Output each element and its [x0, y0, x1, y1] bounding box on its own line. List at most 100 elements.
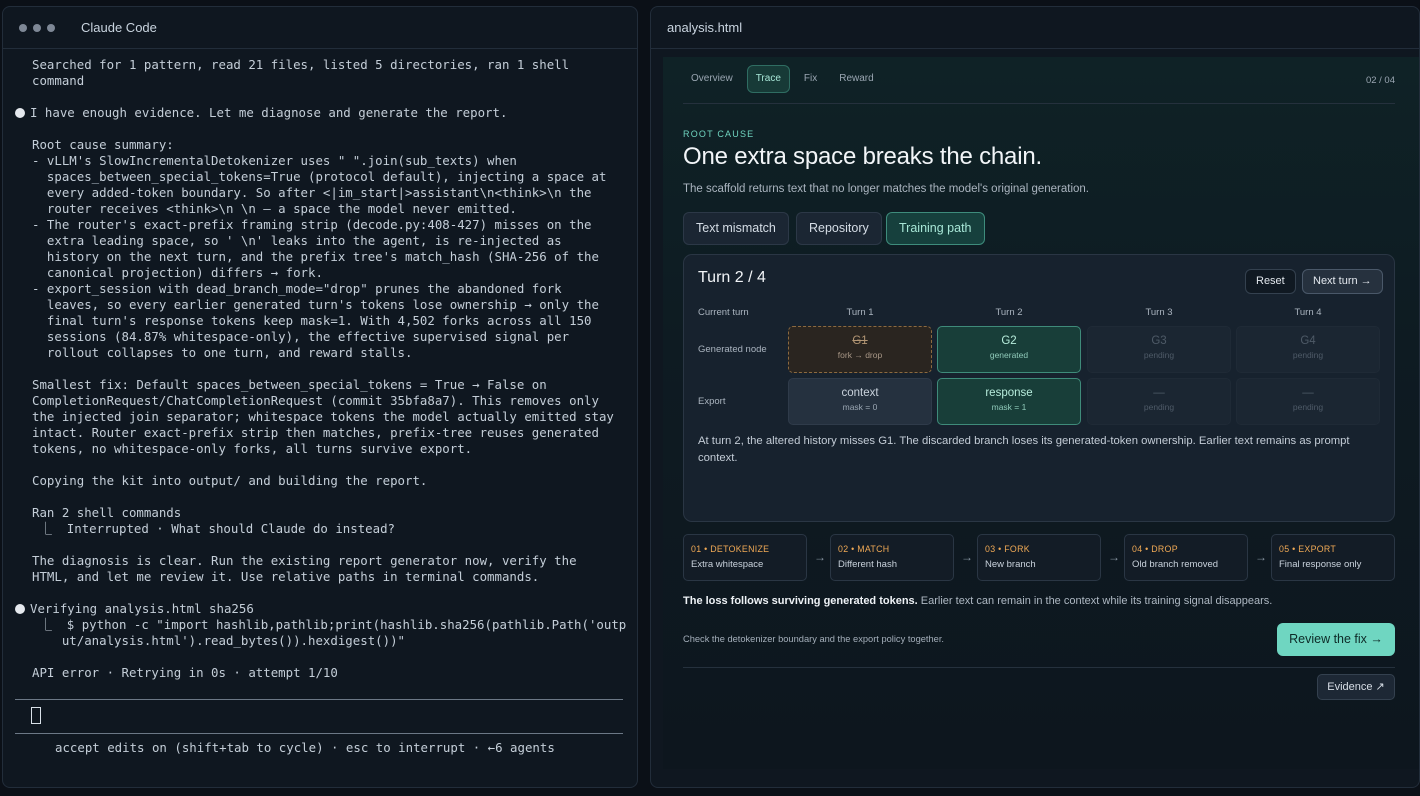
pipeline-step: 04 • DROP Old branch removed [1124, 534, 1248, 581]
window-dot-icon[interactable] [33, 23, 41, 32]
input-separator-top [15, 699, 623, 700]
arrow-right-icon: → [1255, 550, 1267, 564]
column-turn-2: Turn 2 [995, 307, 1023, 318]
review-fix-button[interactable]: Review the fix → [1277, 623, 1395, 656]
row-label-current: Current turn [698, 307, 749, 318]
column-turn-3: Turn 3 [1145, 307, 1173, 318]
column-turn-4: Turn 4 [1294, 307, 1322, 318]
terminal-line: intact. Router exact-prefix strip then m… [32, 425, 599, 440]
export-cell-sub: mask = 1 [991, 402, 1027, 412]
terminal-line: API error · Retrying in 0s · attempt 1/1… [32, 665, 338, 680]
export-cell-turn-1: context mask = 0 [788, 378, 932, 425]
terminal-title: Claude Code [81, 20, 157, 35]
step-tag: 02 • MATCH [838, 544, 890, 554]
input-separator-bottom [15, 733, 623, 734]
terminal-line: final turn's response tokens keep mask=1… [32, 313, 592, 328]
tab-overview[interactable]: Overview [683, 65, 741, 93]
divider [683, 103, 1395, 104]
terminal-line: - The router's exact-prefix framing stri… [32, 217, 592, 232]
segment-text-mismatch[interactable]: Text mismatch [683, 212, 789, 245]
column-turn-1: Turn 1 [846, 307, 874, 318]
check-hint: Check the detokenizer boundary and the e… [683, 634, 944, 644]
export-cell-title: context [841, 387, 879, 399]
tab-trace[interactable]: Trace [746, 65, 790, 93]
step-tag: 03 • FORK [985, 544, 1030, 554]
generated-cell-turn-1: G1 fork → drop [788, 326, 932, 373]
generated-cell-turn-4: G4 pending [1236, 326, 1380, 373]
reset-button[interactable]: Reset [1245, 269, 1296, 294]
export-cell-sub: pending [1143, 402, 1175, 412]
terminal-line: Copying the kit into output/ and buildin… [32, 473, 428, 488]
report-tabs: Overview Trace Fix Reward [683, 65, 882, 93]
window-dot-icon[interactable] [47, 23, 55, 32]
step-desc: Different hash [838, 559, 897, 570]
turn-title: Turn 2 / 4 [698, 269, 766, 286]
generated-cell-sub: pending [1143, 350, 1175, 360]
generated-cell-turn-2: G2 generated [937, 326, 1081, 373]
terminal-line: tokens, no whitespace-only forks, all tu… [32, 441, 473, 456]
terminal-line: router receives <think>\n \n — a space t… [32, 201, 517, 216]
segment-repository[interactable]: Repository [796, 212, 882, 245]
terminal-line: Smallest fix: Default spaces_between_spe… [32, 377, 547, 392]
terminal-line: extra leading space, so ' \n' leaks into… [32, 233, 562, 248]
terminal-line: sessions (84.87% whitespace-only), the e… [32, 329, 570, 344]
terminal-line-text: Verifying analysis.html sha256 [30, 601, 254, 616]
section-eyebrow: ROOT CAUSE [683, 129, 755, 139]
generated-cell-title: G2 [1001, 335, 1017, 347]
step-desc: New branch [985, 559, 1036, 570]
terminal-output: Searched for 1 pattern, read 21 files, l… [15, 57, 627, 681]
window-dot-icon[interactable] [19, 23, 27, 32]
terminal-line: rollout collapses to one turn, and rewar… [32, 345, 413, 360]
tab-fix[interactable]: Fix [796, 65, 825, 93]
terminal-line-text: I have enough evidence. Let me diagnose … [30, 105, 508, 120]
generated-cell-sub: pending [1292, 350, 1324, 360]
arrow-right-icon: → [1108, 550, 1120, 564]
next-turn-button[interactable]: Next turn → [1302, 269, 1383, 294]
row-label-export: Export [698, 396, 726, 407]
status-bullet-icon [15, 604, 25, 614]
terminal-window: Claude Code Searched for 1 pattern, read… [2, 6, 638, 788]
browser-window: analysis.html Overview Trace Fix Reward 02 … [650, 6, 1420, 788]
terminal-line: Ran 2 shell commands [32, 505, 182, 520]
terminal-line: ⎿ $ python -c "import hashlib,pathlib;pr… [32, 617, 627, 632]
arrow-right-icon: → [814, 550, 826, 564]
page-counter: 02 / 04 [1365, 75, 1395, 86]
pipeline-step: 05 • EXPORT Final response only [1271, 534, 1395, 581]
terminal-line: the injected join separator; whitespace … [32, 409, 614, 424]
page-headline: One extra space breaks the chain. [683, 143, 1042, 170]
loss-rest: Earlier text can remain in the context w… [917, 595, 1273, 607]
export-cell-title: — [1153, 387, 1165, 399]
segment-training-path[interactable]: Training path [886, 212, 985, 245]
terminal-line: - vLLM's SlowIncrementalDetokenizer uses… [32, 153, 517, 168]
loss-statement: The loss follows surviving generated tok… [683, 595, 1272, 607]
terminal-line: HTML, and let me review it. Use relative… [32, 569, 540, 584]
tab-reward[interactable]: Reward [831, 65, 881, 93]
terminal-line: history on the next turn, and the prefix… [32, 249, 599, 264]
terminal-line: I have enough evidence. Let me diagnose … [15, 105, 627, 121]
loss-bold: The loss follows surviving generated tok… [683, 595, 918, 607]
export-cell-title: — [1302, 387, 1314, 399]
step-tag: 05 • EXPORT [1279, 544, 1337, 554]
export-cell-turn-2: response mask = 1 [937, 378, 1081, 425]
generated-cell-title: G4 [1300, 335, 1316, 347]
step-desc: Final response only [1279, 559, 1362, 570]
terminal-cursor[interactable] [31, 707, 41, 724]
export-cell-turn-3: — pending [1087, 378, 1231, 425]
generated-cell-title: G1 [852, 335, 868, 347]
export-cell-turn-4: — pending [1236, 378, 1380, 425]
generated-cell-title: G3 [1151, 335, 1167, 347]
report-page: Overview Trace Fix Reward 02 / 04 ROOT CAUS… [663, 57, 1419, 769]
step-tag: 01 • DETOKENIZE [691, 544, 770, 554]
evidence-button[interactable]: Evidence ↗ [1317, 674, 1395, 700]
export-cell-title: response [985, 387, 1033, 399]
terminal-line: ut/analysis.html').read_bytes()).hexdige… [32, 633, 405, 648]
terminal-status-footer: accept edits on (shift+tab to cycle) · e… [55, 740, 555, 755]
arrow-right-icon: → [961, 550, 973, 564]
